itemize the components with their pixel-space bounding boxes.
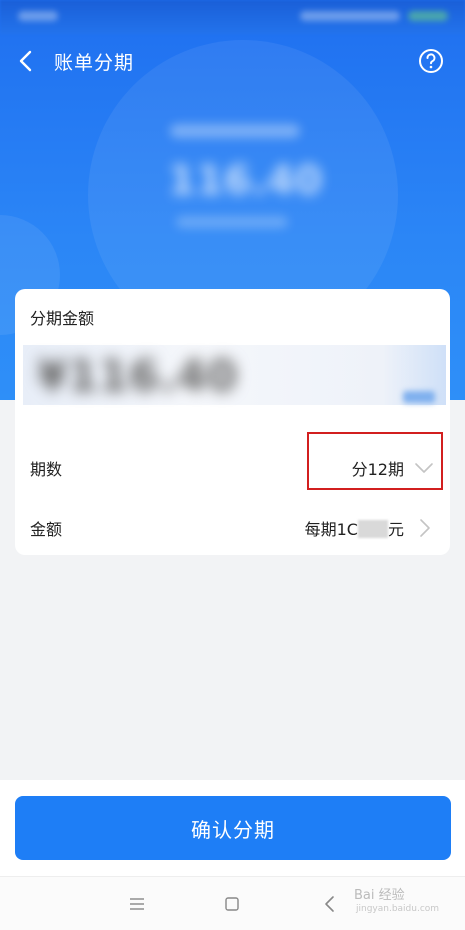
periods-value: 分12期 (351, 460, 404, 479)
chevron-down-icon (415, 463, 433, 473)
amount-row[interactable]: 金额 每期1C 元 (15, 499, 450, 555)
chevron-left-icon[interactable] (14, 48, 40, 74)
masked-digits (357, 520, 388, 538)
status-bar (0, 0, 465, 34)
amount-value: 每期1C 元 (305, 516, 404, 540)
watermark-logo: Bai 经验 (354, 888, 405, 903)
amount-value-prefix: 每期1C (304, 520, 358, 539)
square-icon[interactable] (221, 893, 243, 915)
question-circle-icon[interactable] (418, 48, 444, 74)
confirm-installment-button[interactable]: 确认分期 (15, 796, 451, 860)
installment-amount-label: 分期金额 (30, 309, 95, 328)
blurred-caption (170, 124, 300, 138)
blurred-bill-amount: 116.40 (168, 158, 323, 204)
installment-card: 分期金额 ¥116.40 期数 分12期 金额 每期1C 元 (15, 289, 450, 555)
watermark-url: jingyan.baidu.com (356, 904, 440, 914)
periods-row[interactable]: 期数 分12期 (15, 439, 450, 495)
chevron-right-icon (420, 519, 430, 537)
amount-value-suffix: 元 (387, 520, 404, 539)
menu-icon[interactable] (126, 893, 148, 915)
navigation-bar: 账单分期 (0, 36, 465, 88)
blurred-badge (403, 391, 435, 403)
blurred-installment-amount: ¥116.40 (37, 351, 238, 402)
triangle-back-icon[interactable] (319, 893, 341, 915)
page-title: 账单分期 (54, 52, 135, 74)
amount-label: 金额 (30, 520, 63, 539)
blurred-subcaption (176, 216, 288, 228)
periods-label: 期数 (30, 460, 63, 479)
